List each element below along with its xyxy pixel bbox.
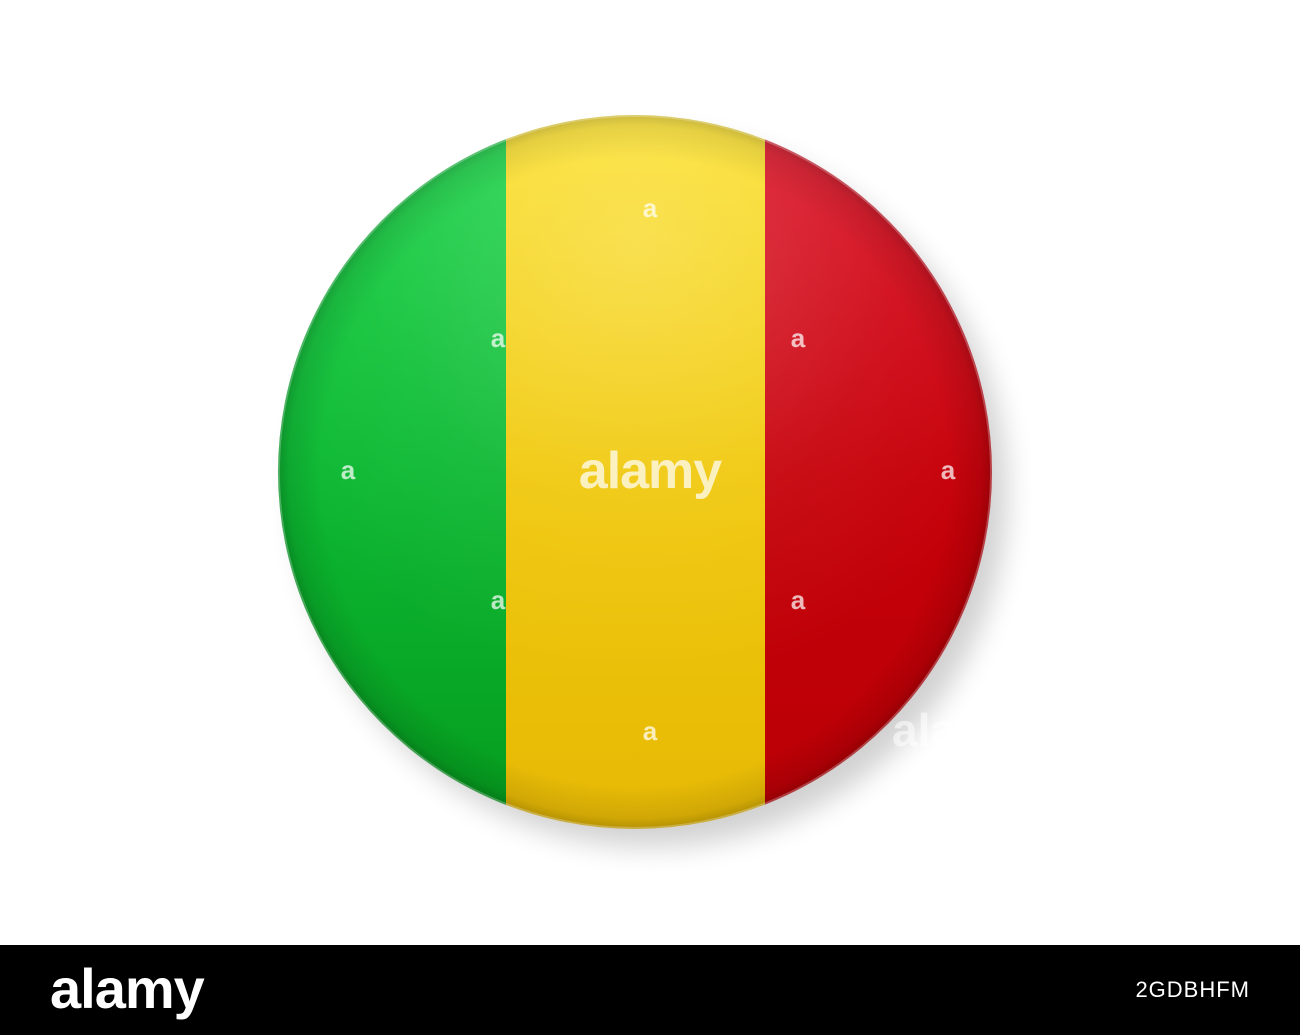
watermark-mark: a [642, 716, 658, 746]
watermark-center: alamy [578, 442, 722, 500]
footer-logo: alamy [50, 957, 205, 1020]
watermark-mark: a [940, 455, 956, 485]
watermark-edge: alamy [892, 705, 962, 755]
watermark-mark: a [642, 193, 658, 223]
footer-bar: alamy 2GDBHFM [0, 945, 1300, 1035]
watermark-mark: a [340, 455, 356, 485]
watermark-mark: a [790, 585, 806, 615]
watermark-mark: a [490, 585, 506, 615]
photo-stage: a a a a a a a a alamy alamy [0, 0, 1300, 945]
image-id-label: 2GDBHFM [1135, 977, 1250, 1002]
watermark-mark: a [490, 323, 506, 353]
watermark-mark: a [790, 323, 806, 353]
